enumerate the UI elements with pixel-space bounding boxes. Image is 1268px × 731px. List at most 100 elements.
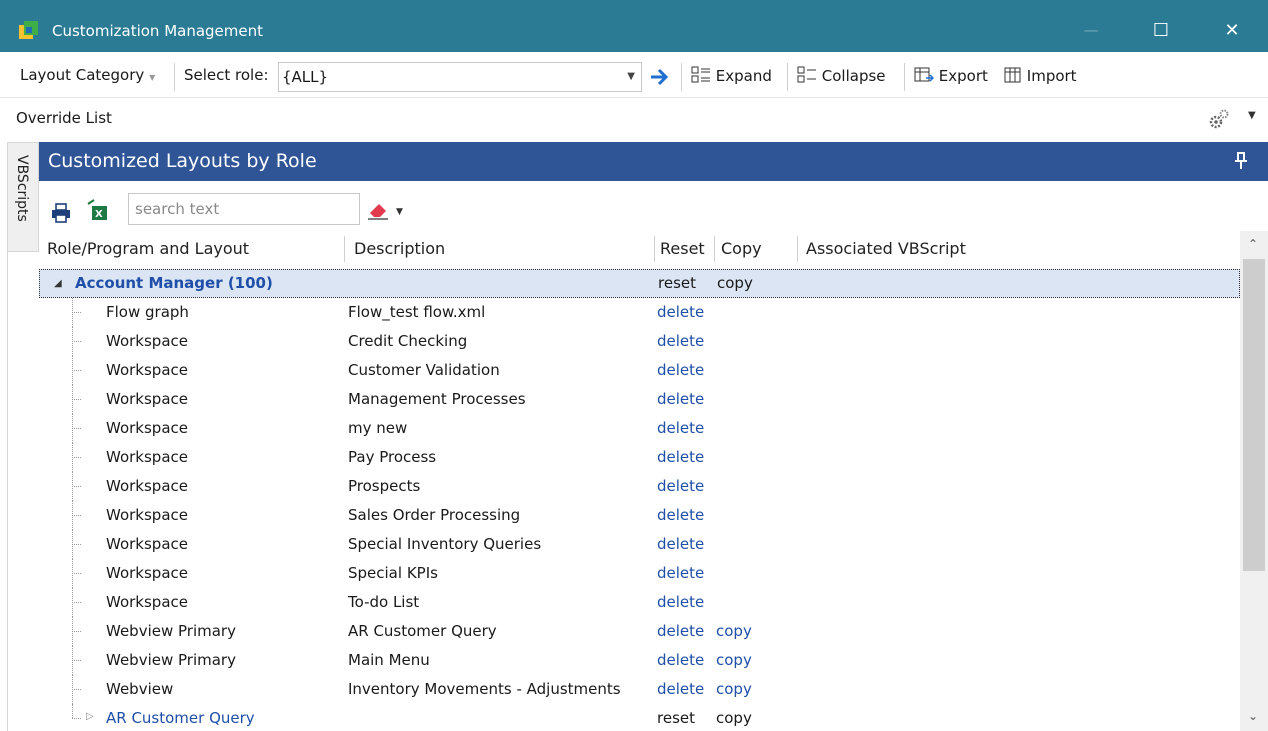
go-arrow-icon[interactable]	[649, 66, 671, 88]
tree-connector	[72, 573, 81, 574]
layout-name: Workspace	[106, 361, 188, 379]
eraser-icon[interactable]	[366, 199, 390, 221]
reset-link[interactable]: reset	[657, 709, 695, 727]
override-list-bar: Override List	[0, 98, 1268, 142]
group-label: Account Manager (100)	[75, 274, 273, 292]
column-header-vbscript[interactable]: Associated VBScript	[806, 239, 966, 258]
table-row[interactable]: Workspace Pay Process delete	[39, 443, 1240, 472]
layout-name: Webview	[106, 680, 174, 698]
close-button[interactable]: ✕	[1210, 10, 1254, 50]
dropdown-arrow-icon: ▼	[149, 73, 156, 82]
copy-link[interactable]: copy	[716, 622, 752, 640]
column-header-layout[interactable]: Role/Program and Layout	[47, 239, 249, 258]
table-row[interactable]: Workspace Management Processes delete	[39, 385, 1240, 414]
copy-link[interactable]: copy	[717, 274, 753, 292]
expand-triangle-icon[interactable]: ▷	[86, 711, 94, 722]
group-row-ar-customer-query[interactable]: ▷ AR Customer Query reset copy	[39, 704, 1240, 731]
layout-description: Main Menu	[348, 651, 430, 669]
delete-link[interactable]: delete	[657, 535, 704, 553]
column-divider[interactable]	[797, 236, 798, 262]
table-row[interactable]: Workspace Sales Order Processing delete	[39, 501, 1240, 530]
table-row[interactable]: Workspace Credit Checking delete	[39, 327, 1240, 356]
layout-name: Webview Primary	[106, 622, 236, 640]
table-row[interactable]: Flow graph Flow_test flow.xml delete	[39, 298, 1240, 327]
tree-connector	[72, 718, 81, 719]
copy-link[interactable]: copy	[716, 709, 752, 727]
window-title: Customization Management	[52, 22, 264, 40]
grid-header: Role/Program and Layout Description Rese…	[39, 231, 1240, 269]
layouts-tree-grid: ◢ Account Manager (100) reset copy Flow …	[39, 269, 1240, 731]
table-row[interactable]: Workspace my new delete	[39, 414, 1240, 443]
scroll-up-icon[interactable]: ⌃	[1248, 237, 1258, 251]
delete-link[interactable]: delete	[657, 564, 704, 582]
table-row[interactable]: Workspace To-do List delete	[39, 588, 1240, 617]
layout-category-dropdown[interactable]: Layout Category ▼	[20, 66, 155, 84]
table-row[interactable]: Webview Inventory Movements - Adjustment…	[39, 675, 1240, 704]
delete-link[interactable]: delete	[657, 448, 704, 466]
group-row-account-manager[interactable]: ◢ Account Manager (100) reset copy	[39, 269, 1240, 298]
column-divider[interactable]	[714, 236, 715, 262]
collapse-triangle-icon[interactable]: ◢	[54, 278, 62, 289]
delete-link[interactable]: delete	[657, 303, 704, 321]
gear-icon[interactable]	[1208, 108, 1230, 130]
column-header-copy[interactable]: Copy	[721, 239, 762, 258]
column-header-reset[interactable]: Reset	[660, 239, 705, 258]
delete-link[interactable]: delete	[657, 651, 704, 669]
vbscripts-side-tab[interactable]: VBScripts	[7, 142, 39, 252]
table-row[interactable]: Workspace Customer Validation delete	[39, 356, 1240, 385]
delete-link[interactable]: delete	[657, 622, 704, 640]
layout-name: Workspace	[106, 593, 188, 611]
excel-export-icon[interactable]: X	[86, 198, 108, 222]
table-row[interactable]: Webview Primary Main Menu delete copy	[39, 646, 1240, 675]
pin-icon[interactable]	[1233, 151, 1249, 171]
delete-link[interactable]: delete	[657, 477, 704, 495]
delete-link[interactable]: delete	[657, 680, 704, 698]
print-icon[interactable]	[51, 203, 71, 223]
title-bar: Customization Management — ☐ ✕	[0, 0, 1268, 52]
role-select[interactable]: {ALL} ▼	[278, 62, 642, 92]
toolbar: Layout Category ▼ Select role: {ALL} ▼ E…	[0, 52, 1268, 98]
copy-link[interactable]: copy	[716, 651, 752, 669]
tree-connector	[72, 428, 81, 429]
search-toolbar: X ▼	[39, 181, 1268, 231]
vertical-scrollbar[interactable]: ⌃ ⌄	[1240, 231, 1268, 731]
layout-description: To-do List	[348, 593, 420, 611]
layout-name: Workspace	[106, 448, 188, 466]
import-button[interactable]: Import	[1002, 66, 1077, 85]
layout-description: Inventory Movements - Adjustments	[348, 680, 621, 698]
delete-link[interactable]: delete	[657, 361, 704, 379]
copy-link[interactable]: copy	[716, 680, 752, 698]
layout-description: my new	[348, 419, 408, 437]
chevron-down-icon[interactable]: ▼	[1248, 110, 1256, 121]
table-row[interactable]: Workspace Special Inventory Queries dele…	[39, 530, 1240, 559]
minimize-button[interactable]: —	[1069, 10, 1113, 50]
delete-link[interactable]: delete	[657, 419, 704, 437]
delete-link[interactable]: delete	[657, 506, 704, 524]
delete-link[interactable]: delete	[657, 390, 704, 408]
column-divider[interactable]	[654, 236, 655, 262]
column-header-description[interactable]: Description	[354, 239, 445, 258]
delete-link[interactable]: delete	[657, 593, 704, 611]
layout-description: Sales Order Processing	[348, 506, 521, 524]
chevron-down-icon[interactable]: ▼	[396, 207, 403, 217]
column-divider[interactable]	[344, 236, 345, 262]
panel-header: Customized Layouts by Role	[39, 142, 1268, 181]
search-input[interactable]	[128, 193, 360, 225]
table-row[interactable]: Workspace Special KPIs delete	[39, 559, 1240, 588]
collapse-button[interactable]: Collapse	[797, 66, 886, 85]
table-row[interactable]: Webview Primary AR Customer Query delete…	[39, 617, 1240, 646]
maximize-icon: ☐	[1152, 19, 1170, 41]
export-button[interactable]: Export	[914, 66, 988, 85]
reset-link[interactable]: reset	[658, 274, 696, 292]
table-row[interactable]: Workspace Prospects delete	[39, 472, 1240, 501]
expand-button[interactable]: Expand	[691, 66, 772, 85]
tree-connector	[72, 689, 81, 690]
delete-link[interactable]: delete	[657, 332, 704, 350]
override-list-tab[interactable]: Override List	[16, 109, 112, 127]
maximize-button[interactable]: ☐	[1139, 10, 1183, 50]
tree-connector	[72, 312, 81, 313]
scrollbar-thumb[interactable]	[1243, 259, 1265, 571]
tree-connector	[72, 457, 81, 458]
collapse-label: Collapse	[821, 67, 886, 85]
scroll-down-icon[interactable]: ⌄	[1248, 709, 1258, 723]
